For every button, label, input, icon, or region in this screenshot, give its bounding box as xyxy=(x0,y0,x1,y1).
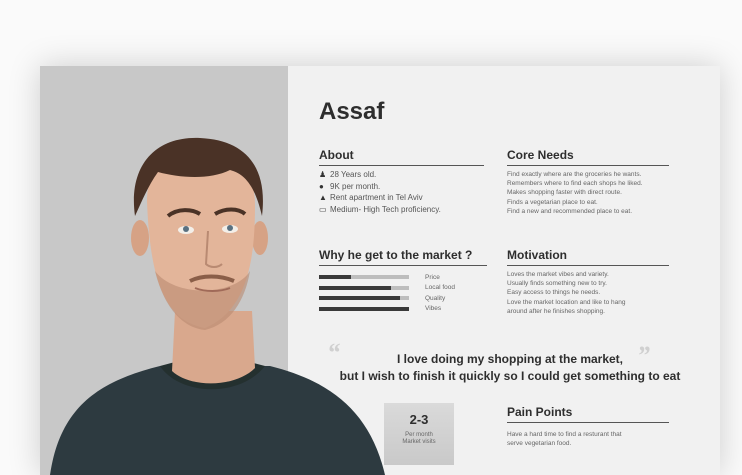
visits-label: Per month Market visits xyxy=(402,432,436,445)
factor-label: Quality xyxy=(425,294,446,302)
list-item: serve vegetarian food. xyxy=(507,440,572,448)
quote-line: but I wish to finish it quickly so I cou… xyxy=(339,369,681,383)
list-item: Have a hard time to find a resturant tha… xyxy=(507,431,622,438)
persona-quote: I love doing my shopping at the market, … xyxy=(310,351,710,385)
market-visits-badge: 2-3 Per month Market visits xyxy=(384,403,454,465)
core-needs-heading: Core Needs xyxy=(507,148,669,166)
factor-row: Vibes xyxy=(319,304,455,315)
factor-bar xyxy=(319,306,409,311)
about-list: ♟ 28 Years old. ● 9K per month. ▲ Rent apar… xyxy=(319,169,441,215)
list-item: ▲ Rent apartment in Tel Aviv xyxy=(319,193,423,203)
list-item: Find a new and recommended place to eat. xyxy=(507,207,633,215)
factor-row: Quality xyxy=(319,293,455,304)
motivation-heading: Motivation xyxy=(507,248,669,266)
persona-details: Assaf About ♟ 28 Years old. ● 9K per month… xyxy=(288,66,720,475)
list-item: Makes shopping faster with direct route. xyxy=(507,189,622,197)
visits-count: 2-3 xyxy=(409,412,429,427)
factor-label: Local food xyxy=(425,284,455,292)
list-item: Find exactly where are the groceries he … xyxy=(507,171,642,178)
factor-row: Local food xyxy=(319,283,455,294)
about-heading: About xyxy=(319,148,484,166)
laptop-icon: ▭ xyxy=(319,204,327,214)
factor-label: Price xyxy=(425,273,440,281)
person-icon: ♟ xyxy=(319,170,327,180)
list-item: Remembers where to find each shops he li… xyxy=(507,180,643,188)
list-item: Finds a vegetarian place to eat. xyxy=(507,198,598,206)
list-item: ♟ 28 Years old. xyxy=(319,170,377,180)
money-bag-icon: ● xyxy=(319,181,324,191)
list-item: Easy access to things he needs. xyxy=(507,289,601,297)
list-item: around after he finishes shopping. xyxy=(507,307,605,315)
pain-points-list: Have a hard time to find a resturant tha… xyxy=(507,430,682,448)
list-item: Loves the market vibes and variety. xyxy=(507,271,609,278)
factor-bar xyxy=(319,296,409,301)
list-item: Love the market location and like to han… xyxy=(507,298,626,306)
list-item: ▭ Medium- High Tech proficiency. xyxy=(319,204,441,214)
why-market-heading: Why he get to the market ? xyxy=(319,248,487,266)
list-item: ● 9K per month. xyxy=(319,181,381,191)
factor-row: Price xyxy=(319,272,455,283)
factor-bar xyxy=(319,285,409,290)
home-icon: ▲ xyxy=(319,193,327,203)
list-item: Usually finds something new to try. xyxy=(507,280,607,288)
quote-line: I love doing my shopping at the market, xyxy=(396,352,624,366)
factor-bar xyxy=(319,275,409,280)
motivation-list: Loves the market vibes and variety. Usua… xyxy=(507,270,682,316)
persona-card: Assaf About ♟ 28 Years old. ● 9K per month… xyxy=(40,66,720,475)
core-needs-list: Find exactly where are the groceries he … xyxy=(507,170,697,216)
factor-label: Vibes xyxy=(425,305,442,313)
persona-name: Assaf xyxy=(319,98,385,125)
why-market-bars: Price Local food Quality Vibes xyxy=(319,272,455,314)
pain-points-heading: Pain Points xyxy=(507,405,669,423)
